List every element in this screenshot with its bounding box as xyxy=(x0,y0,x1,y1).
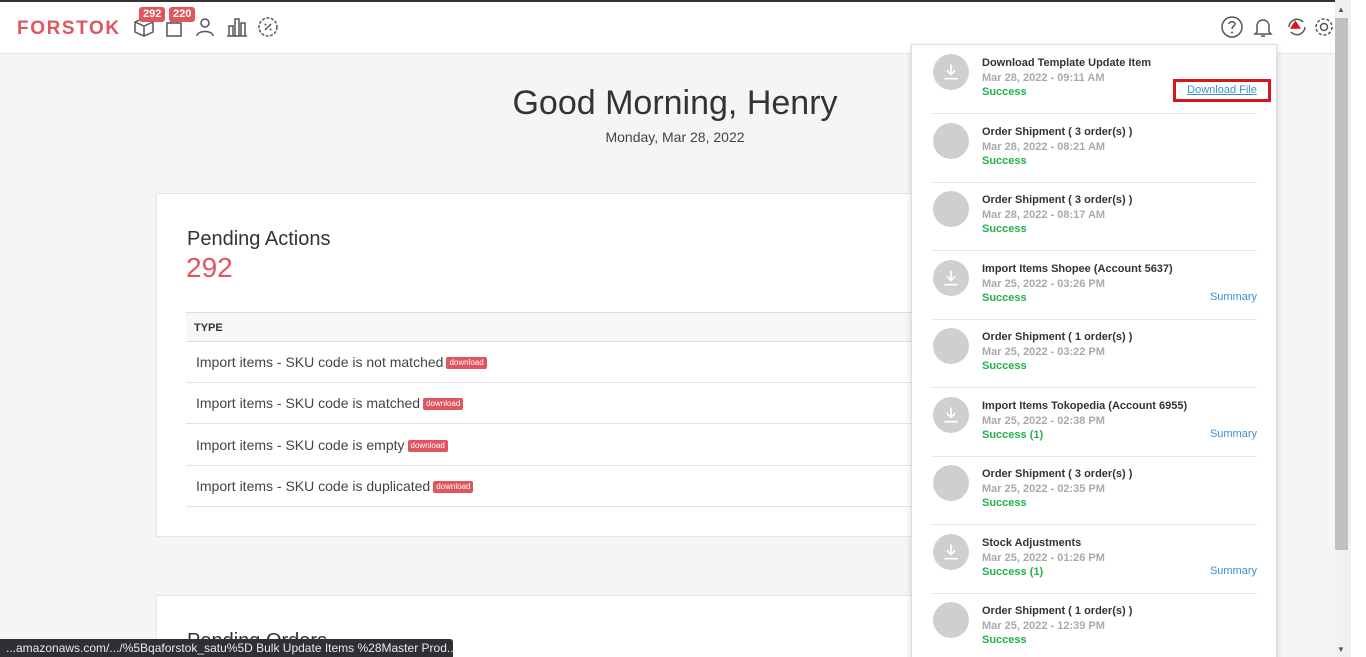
download-badge[interactable]: download xyxy=(407,440,448,452)
row-label: Import items - SKU code is not matched xyxy=(196,354,444,370)
notification-status: Success xyxy=(982,360,1027,372)
help-icon xyxy=(1221,16,1243,38)
sync-alert-button[interactable] xyxy=(1284,14,1310,40)
row-label: Import items - SKU code is empty xyxy=(196,437,405,453)
notification-time: Mar 25, 2022 - 03:26 PM xyxy=(982,278,1105,290)
notification-title: Download Template Update Item xyxy=(982,57,1152,69)
scroll-up-arrow-icon[interactable]: ▲ xyxy=(1337,5,1345,14)
notification-title: Order Shipment ( 3 order(s) ) xyxy=(982,126,1133,138)
percent-badge-icon xyxy=(258,17,278,37)
notification-item[interactable]: Import Items Shopee (Account 5637) Mar 2… xyxy=(932,251,1257,320)
notifications-panel: Download Template Update Item Mar 28, 20… xyxy=(911,44,1277,657)
notification-avatar xyxy=(933,328,969,364)
notification-item[interactable]: Order Shipment ( 1 order(s) ) Mar 25, 20… xyxy=(932,593,1257,657)
notifications-button[interactable] xyxy=(1250,14,1276,40)
download-badge[interactable]: download xyxy=(446,357,487,369)
pending-actions-card: Pending Actions 292 TYPE Import items - … xyxy=(156,193,916,537)
notification-status: Success xyxy=(982,497,1027,509)
notification-time: Mar 25, 2022 - 01:26 PM xyxy=(982,552,1105,564)
customers-nav-button[interactable] xyxy=(192,14,218,40)
notification-time: Mar 28, 2022 - 08:17 AM xyxy=(982,209,1106,221)
help-button[interactable] xyxy=(1219,14,1245,40)
table-row: Import items - SKU code is not matched do… xyxy=(186,342,916,383)
notification-avatar xyxy=(933,465,969,501)
notification-title: Import Items Tokopedia (Account 6955) xyxy=(982,400,1188,412)
notification-status: Success xyxy=(982,223,1027,235)
notification-title: Order Shipment ( 1 order(s) ) xyxy=(982,331,1133,343)
notification-avatar xyxy=(933,123,969,159)
row-label: Import items - SKU code is duplicated xyxy=(196,478,431,494)
download-badge[interactable]: download xyxy=(433,481,474,493)
notification-avatar xyxy=(933,602,969,638)
bar-chart-icon xyxy=(227,18,247,37)
notification-item[interactable]: Order Shipment ( 3 order(s) ) Mar 28, 20… xyxy=(932,182,1257,251)
settings-button[interactable] xyxy=(1311,14,1337,40)
notification-avatar xyxy=(933,534,969,570)
table-row: Import items - SKU code is duplicated dow… xyxy=(186,466,916,507)
notification-avatar xyxy=(933,397,969,433)
link-status-bar: ...amazonaws.com/.../%5Bqaforstok_satu%5… xyxy=(0,639,453,657)
notification-time: Mar 28, 2022 - 09:11 AM xyxy=(982,72,1105,84)
download-icon xyxy=(944,407,958,423)
download-file-link[interactable]: Download File xyxy=(1173,79,1271,102)
download-icon xyxy=(944,544,958,560)
notification-title: Order Shipment ( 3 order(s) ) xyxy=(982,194,1133,206)
notification-time: Mar 28, 2022 - 08:21 AM xyxy=(982,141,1106,153)
download-badge[interactable]: download xyxy=(423,398,464,410)
notification-time: Mar 25, 2022 - 02:35 PM xyxy=(982,483,1105,495)
pending-actions-count: 292 xyxy=(186,252,233,283)
forstok-logo[interactable]: FORSTOK xyxy=(17,18,121,40)
notification-title: Import Items Shopee (Account 5637) xyxy=(982,263,1173,275)
scroll-down-arrow-icon[interactable]: ▼ xyxy=(1337,645,1345,654)
notification-status: Success (1) xyxy=(982,566,1044,578)
notification-time: Mar 25, 2022 - 12:39 PM xyxy=(982,620,1105,632)
promotions-nav-button[interactable] xyxy=(255,14,281,40)
reports-nav-button[interactable] xyxy=(224,14,250,40)
notification-status: Success xyxy=(982,634,1027,646)
gear-icon xyxy=(1315,18,1333,36)
download-icon xyxy=(944,64,958,80)
notification-status: Success xyxy=(982,292,1027,304)
orders-nav-button[interactable]: 220 xyxy=(161,7,196,40)
page-scrollbar-thumb[interactable] xyxy=(1335,18,1348,550)
window-edge xyxy=(1351,0,1366,657)
notification-title: Stock Adjustments xyxy=(982,537,1082,549)
user-icon xyxy=(196,18,214,37)
table-row: Import items - SKU code is matched downlo… xyxy=(186,383,916,424)
table-row: Import items - SKU code is empty download xyxy=(186,425,916,466)
summary-link[interactable]: Summary xyxy=(1210,291,1257,303)
notification-status: Success (1) xyxy=(982,429,1044,441)
notification-item[interactable]: Import Items Tokopedia (Account 6955) Ma… xyxy=(932,388,1257,457)
notification-avatar xyxy=(933,191,969,227)
download-icon xyxy=(944,270,958,286)
notification-item[interactable]: Order Shipment ( 1 order(s) ) Mar 25, 20… xyxy=(932,319,1257,388)
sync-alert-icon xyxy=(1288,18,1306,36)
bell-icon xyxy=(1253,19,1273,37)
notification-title: Order Shipment ( 1 order(s) ) xyxy=(982,605,1133,617)
notification-title: Order Shipment ( 3 order(s) ) xyxy=(982,468,1133,480)
notification-avatar xyxy=(933,54,969,90)
products-nav-button[interactable]: 292 xyxy=(131,7,166,40)
notification-avatar xyxy=(933,260,969,296)
table-header-type: TYPE xyxy=(186,312,916,342)
row-label: Import items - SKU code is matched xyxy=(196,395,421,411)
notification-status: Success xyxy=(982,155,1027,167)
summary-link[interactable]: Summary xyxy=(1210,428,1257,440)
notification-item[interactable]: Order Shipment ( 3 order(s) ) Mar 25, 20… xyxy=(932,456,1257,525)
notification-time: Mar 25, 2022 - 03:22 PM xyxy=(982,346,1105,358)
notification-item[interactable]: Download Template Update Item Mar 28, 20… xyxy=(932,45,1271,114)
notification-status: Success xyxy=(982,86,1027,98)
notification-item[interactable]: Order Shipment ( 3 order(s) ) Mar 28, 20… xyxy=(932,114,1257,183)
notification-item[interactable]: Stock Adjustments Mar 25, 2022 - 01:26 P… xyxy=(932,525,1257,594)
notification-time: Mar 25, 2022 - 02:38 PM xyxy=(982,415,1105,427)
summary-link[interactable]: Summary xyxy=(1210,565,1257,577)
pending-actions-title: Pending Actions xyxy=(187,228,331,250)
